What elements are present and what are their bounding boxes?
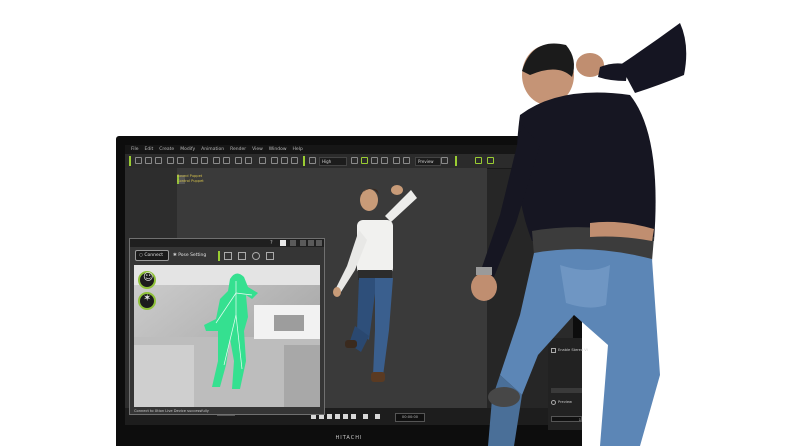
loop-icon[interactable] <box>363 414 368 419</box>
menu-create[interactable]: Create <box>159 145 174 154</box>
settings-icon[interactable] <box>300 240 306 246</box>
prev-frame-icon[interactable] <box>327 414 332 419</box>
rotate-icon[interactable] <box>235 157 242 164</box>
import-icon[interactable] <box>167 157 174 164</box>
redo-icon[interactable] <box>201 157 208 164</box>
select-icon[interactable] <box>213 157 220 164</box>
person-icon: ☺ <box>143 272 154 283</box>
open-file-icon[interactable] <box>145 157 152 164</box>
move-icon[interactable] <box>223 157 230 164</box>
mocap-window: ? ○ Connect ✱ Pose Setting ☺ ✶ Connect t… <box>129 238 325 415</box>
grid-icon[interactable] <box>361 157 368 164</box>
body-mode-button[interactable]: ☺ <box>138 271 156 289</box>
scale-icon[interactable] <box>245 157 252 164</box>
hand-tracking-icon[interactable] <box>266 252 274 260</box>
skeleton-mode-button[interactable]: ✶ <box>138 292 156 310</box>
status-text: Connect to Xtion Live Device successfull… <box>134 409 209 413</box>
connect-label: Connect <box>144 253 163 258</box>
gizmo-icon[interactable] <box>281 157 288 164</box>
preview-select[interactable]: Preview <box>415 157 441 166</box>
home-icon[interactable] <box>351 157 358 164</box>
search-icon: ○ <box>139 253 143 258</box>
undo-icon[interactable] <box>191 157 198 164</box>
layout-icon[interactable] <box>403 157 410 164</box>
menu-help[interactable]: Help <box>293 145 303 154</box>
link-icon[interactable] <box>291 157 298 164</box>
menu-edit[interactable]: Edit <box>145 145 154 154</box>
pose-setting-label: Pose Setting <box>178 253 207 258</box>
skeleton-icon: ✶ <box>143 293 152 304</box>
export-icon[interactable] <box>177 157 184 164</box>
viewport-label: Control Puppet <box>177 179 204 183</box>
menu-window[interactable]: Window <box>269 145 287 154</box>
depth-camera-view[interactable]: ☺ ✶ <box>134 265 320 407</box>
toolbar-separator <box>218 251 220 261</box>
next-frame-icon[interactable] <box>343 414 348 419</box>
menu-render[interactable]: Render <box>230 145 246 154</box>
tracked-body-silhouette <box>204 273 258 389</box>
skeleton-icon[interactable] <box>238 252 246 260</box>
pose-setting-button[interactable]: ✱ Pose Setting <box>173 250 213 261</box>
body-tracking-icon[interactable] <box>224 252 232 260</box>
person-photo <box>471 23 687 446</box>
new-file-icon[interactable] <box>135 157 142 164</box>
pin-icon[interactable] <box>280 240 286 246</box>
menu-file[interactable]: File <box>131 145 139 154</box>
menu-animation[interactable]: Animation <box>201 145 224 154</box>
link-icon[interactable] <box>290 240 296 246</box>
render-mode-icon[interactable] <box>309 157 316 164</box>
character-leg <box>373 278 393 376</box>
toolbar-separator <box>303 156 305 166</box>
layout-icon[interactable] <box>393 157 400 164</box>
play-icon[interactable] <box>335 414 340 419</box>
timecode-field[interactable]: 00:00:00 <box>395 413 425 422</box>
viewport-label: Bound Puppet <box>177 174 203 178</box>
sound-icon[interactable] <box>375 414 380 419</box>
connect-button[interactable]: ○ Connect <box>135 250 169 261</box>
save-icon[interactable] <box>155 157 162 164</box>
help-icon[interactable]: ? <box>270 240 276 246</box>
light-icon[interactable] <box>271 157 278 164</box>
character-head <box>360 189 378 211</box>
toolbar-separator <box>129 156 131 166</box>
character-model[interactable] <box>325 180 445 396</box>
face-tracking-icon[interactable] <box>252 252 260 260</box>
layout-icon[interactable] <box>381 157 388 164</box>
fast-forward-icon[interactable] <box>351 414 356 419</box>
pose-icon: ✱ <box>173 253 177 258</box>
camera-icon[interactable] <box>259 157 266 164</box>
skeleton-overlay <box>204 273 258 389</box>
layout-icon[interactable] <box>371 157 378 164</box>
mocap-titlebar: ? <box>130 239 324 247</box>
menu-view[interactable]: View <box>252 145 263 154</box>
quality-select[interactable]: High <box>319 157 347 166</box>
close-icon[interactable] <box>316 240 322 246</box>
menu-modify[interactable]: Modify <box>180 145 195 154</box>
maximize-icon[interactable] <box>308 240 314 246</box>
character-arm <box>385 190 417 222</box>
